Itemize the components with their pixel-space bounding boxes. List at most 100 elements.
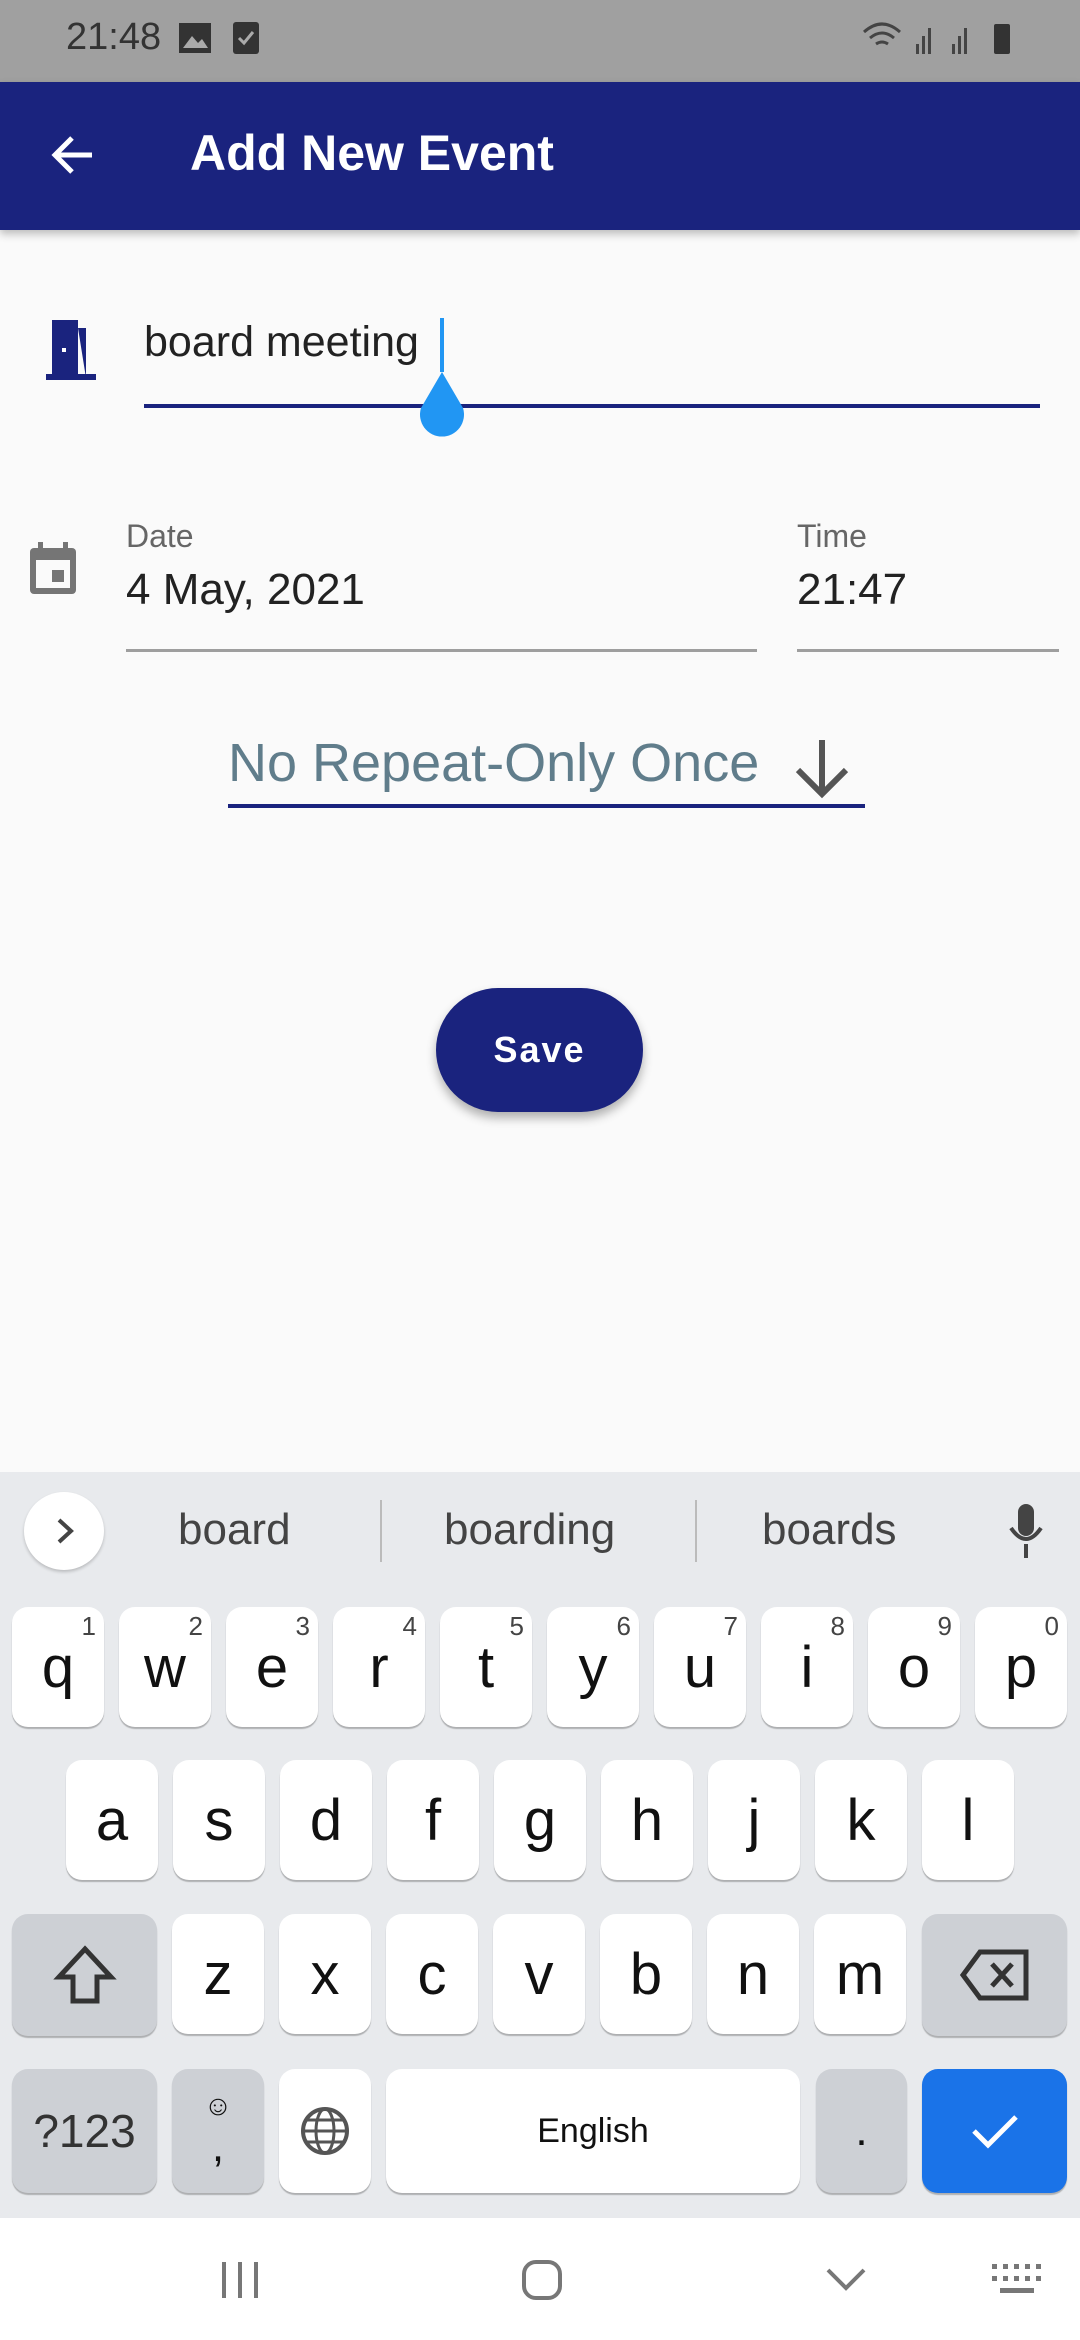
symbols-key[interactable]: ?123 bbox=[12, 2069, 157, 2193]
arrow-down-icon bbox=[795, 740, 849, 799]
key-s[interactable]: s bbox=[173, 1760, 265, 1880]
key-label: e bbox=[255, 1634, 289, 1700]
key-label: m bbox=[835, 1941, 885, 2007]
home-icon[interactable] bbox=[520, 2258, 564, 2302]
suggestion-1[interactable]: board bbox=[178, 1505, 291, 1555]
key-x[interactable]: x bbox=[279, 1914, 371, 2034]
date-label: Date bbox=[126, 518, 194, 554]
key-number-hint: 4 bbox=[402, 1611, 417, 1641]
suggestion-3[interactable]: boards bbox=[762, 1505, 897, 1555]
key-e[interactable]: e3 bbox=[226, 1607, 318, 1727]
key-h[interactable]: h bbox=[601, 1760, 693, 1880]
key-g[interactable]: g bbox=[494, 1760, 586, 1880]
key-number-hint: 2 bbox=[188, 1611, 203, 1641]
shift-key[interactable] bbox=[12, 1914, 157, 2036]
key-p[interactable]: p0 bbox=[975, 1607, 1067, 1727]
key-label: h bbox=[630, 1787, 664, 1853]
key-a[interactable]: a bbox=[66, 1760, 158, 1880]
suggestion-2[interactable]: boarding bbox=[444, 1505, 615, 1555]
key-number-hint: 5 bbox=[509, 1611, 524, 1641]
key-j[interactable]: j bbox=[708, 1760, 800, 1880]
key-label: q bbox=[41, 1634, 75, 1700]
key-number-hint: 3 bbox=[295, 1611, 310, 1641]
key-y[interactable]: y6 bbox=[547, 1607, 639, 1727]
date-field[interactable]: Date 4 May, 2021 bbox=[126, 518, 757, 652]
key-label: w bbox=[144, 1634, 186, 1700]
key-number-hint: 1 bbox=[81, 1611, 96, 1641]
key-l[interactable]: l bbox=[922, 1760, 1014, 1880]
key-b[interactable]: b bbox=[600, 1914, 692, 2034]
key-c[interactable]: c bbox=[386, 1914, 478, 2034]
backspace-icon bbox=[959, 1949, 1028, 2001]
microphone-icon[interactable] bbox=[1006, 1502, 1046, 1562]
period-key[interactable]: . bbox=[816, 2069, 907, 2193]
page-title: Add New Event bbox=[190, 125, 554, 181]
time-label: Time bbox=[797, 518, 867, 554]
key-label: x bbox=[310, 1941, 340, 2007]
signal-battery-icons bbox=[863, 22, 1010, 54]
door-icon bbox=[46, 320, 96, 380]
key-label: p bbox=[1004, 1634, 1038, 1700]
check-notification-icon bbox=[233, 22, 259, 54]
time-value: 21:47 bbox=[797, 565, 908, 614]
text-cursor bbox=[440, 318, 444, 372]
event-name-underline bbox=[144, 404, 1040, 408]
cursor-handle[interactable] bbox=[413, 370, 471, 442]
keyboard-switch-icon[interactable] bbox=[992, 2264, 1042, 2296]
key-t[interactable]: t5 bbox=[440, 1607, 532, 1727]
emoji-comma-key[interactable]: ☺, bbox=[172, 2069, 264, 2193]
backspace-key[interactable] bbox=[922, 1914, 1067, 2036]
key-k[interactable]: k bbox=[815, 1760, 907, 1880]
key-label: s bbox=[204, 1787, 234, 1853]
expand-toolbar-button[interactable] bbox=[24, 1492, 104, 1570]
key-label: o bbox=[897, 1634, 931, 1700]
event-name-input[interactable]: board meeting bbox=[144, 318, 419, 367]
key-m[interactable]: m bbox=[814, 1914, 906, 2034]
key-number-hint: 9 bbox=[937, 1611, 952, 1641]
recent-apps-icon[interactable] bbox=[220, 2260, 264, 2300]
divider bbox=[695, 1500, 697, 1562]
key-number-hint: 7 bbox=[723, 1611, 738, 1641]
key-label: k bbox=[846, 1787, 876, 1853]
key-u[interactable]: u7 bbox=[654, 1607, 746, 1727]
key-number-hint: 8 bbox=[830, 1611, 845, 1641]
key-r[interactable]: r4 bbox=[333, 1607, 425, 1727]
repeat-dropdown[interactable]: No Repeat-Only Once bbox=[228, 732, 865, 808]
time-field[interactable]: Time 21:47 bbox=[797, 518, 1059, 652]
save-button[interactable]: Save bbox=[436, 988, 643, 1112]
navigation-bar bbox=[0, 2218, 1080, 2340]
key-label: n bbox=[736, 1941, 770, 2007]
key-n[interactable]: n bbox=[707, 1914, 799, 2034]
key-w[interactable]: w2 bbox=[119, 1607, 211, 1727]
key-label: t bbox=[477, 1634, 495, 1700]
key-v[interactable]: v bbox=[493, 1914, 585, 2034]
repeat-value: No Repeat-Only Once bbox=[228, 733, 760, 793]
key-z[interactable]: z bbox=[172, 1914, 264, 2034]
key-f[interactable]: f bbox=[387, 1760, 479, 1880]
key-label: g bbox=[523, 1787, 557, 1853]
key-i[interactable]: i8 bbox=[761, 1607, 853, 1727]
key-label: f bbox=[424, 1787, 442, 1853]
key-label: u bbox=[683, 1634, 717, 1700]
language-key[interactable] bbox=[279, 2069, 371, 2193]
key-number-hint: 6 bbox=[616, 1611, 631, 1641]
app-bar: Add New Event bbox=[0, 82, 1080, 230]
key-label: v bbox=[524, 1941, 554, 2007]
key-label: i bbox=[800, 1634, 814, 1700]
key-label: l bbox=[961, 1787, 975, 1853]
arrow-back-icon[interactable] bbox=[50, 132, 96, 178]
done-key[interactable] bbox=[922, 2069, 1067, 2193]
key-o[interactable]: o9 bbox=[868, 1607, 960, 1727]
space-key[interactable]: English bbox=[386, 2069, 800, 2193]
date-value: 4 May, 2021 bbox=[126, 565, 365, 614]
emoji-icon: ☺ bbox=[203, 2090, 233, 2121]
key-q[interactable]: q1 bbox=[12, 1607, 104, 1727]
key-label: y bbox=[578, 1634, 608, 1700]
status-time: 21:48 bbox=[66, 16, 162, 58]
comma-label: , bbox=[211, 2122, 225, 2171]
key-label: j bbox=[747, 1787, 761, 1853]
key-d[interactable]: d bbox=[280, 1760, 372, 1880]
hide-keyboard-icon[interactable] bbox=[824, 2266, 868, 2294]
check-icon bbox=[971, 2115, 1018, 2149]
status-bar: 21:48 bbox=[0, 0, 1080, 82]
